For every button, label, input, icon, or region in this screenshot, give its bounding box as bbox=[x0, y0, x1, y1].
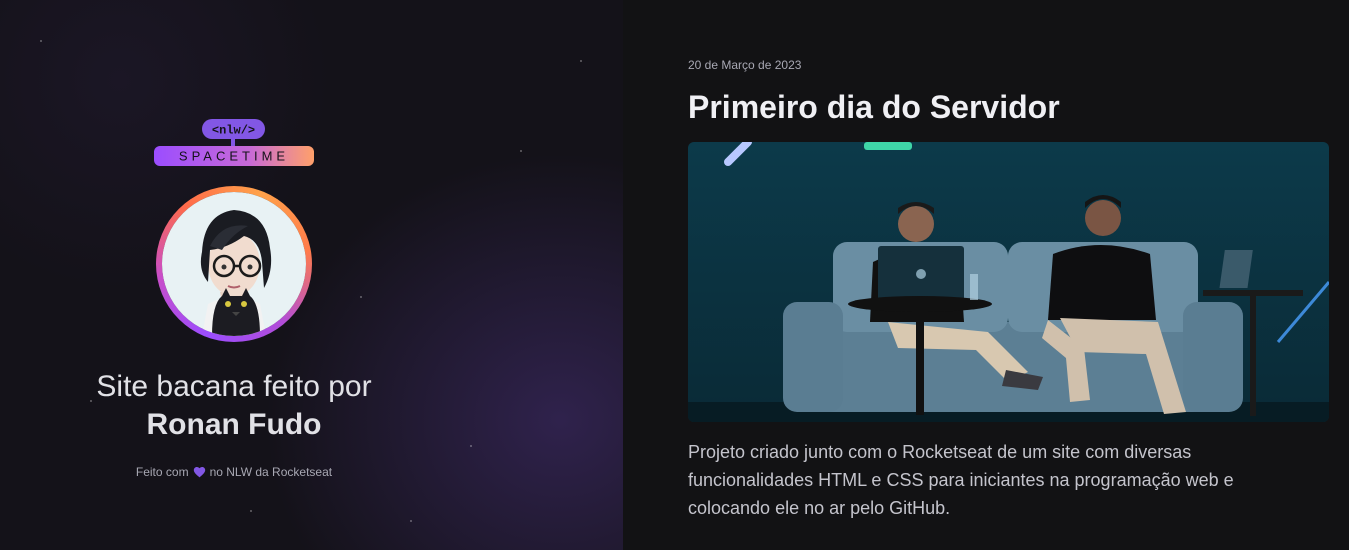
logo-word-text: SPACETIME bbox=[179, 149, 289, 164]
avatar-portrait-icon bbox=[162, 192, 306, 336]
star bbox=[470, 445, 472, 447]
profile-headline: Site bacana feito por Ronan Fudo bbox=[0, 368, 468, 444]
nlw-spacetime-logo: <nlw/> SPACETIME bbox=[154, 119, 314, 166]
author-name: Ronan Fudo bbox=[146, 408, 322, 441]
stage-photo-icon bbox=[688, 142, 1329, 422]
memory-date: 20 de Março de 2023 bbox=[688, 58, 802, 72]
left-panel: <nlw/> SPACETIME Site bacana feito por R… bbox=[0, 0, 623, 550]
star bbox=[360, 296, 362, 298]
footer-credit: Feito com no NLW da Rocketseat bbox=[0, 464, 468, 480]
headline-text: Site bacana feito por bbox=[96, 370, 372, 403]
star bbox=[580, 60, 582, 62]
heart-icon bbox=[193, 467, 205, 478]
memory-description: Projeto criado junto com o Rocketseat de… bbox=[688, 442, 1234, 518]
memory-panel: 20 de Março de 2023 Primeiro dia do Serv… bbox=[623, 0, 1349, 550]
avatar bbox=[156, 186, 312, 342]
star bbox=[40, 40, 42, 42]
footer-prefix: Feito com bbox=[135, 465, 189, 479]
logo-tag-text: <nlw/> bbox=[212, 124, 255, 138]
star bbox=[250, 510, 252, 512]
footer-suffix: no NLW da Rocketseat bbox=[209, 465, 333, 479]
memory-title: Primeiro dia do Servidor bbox=[688, 89, 1060, 125]
star bbox=[520, 150, 522, 152]
memory-image bbox=[688, 142, 1329, 422]
star bbox=[410, 520, 412, 522]
